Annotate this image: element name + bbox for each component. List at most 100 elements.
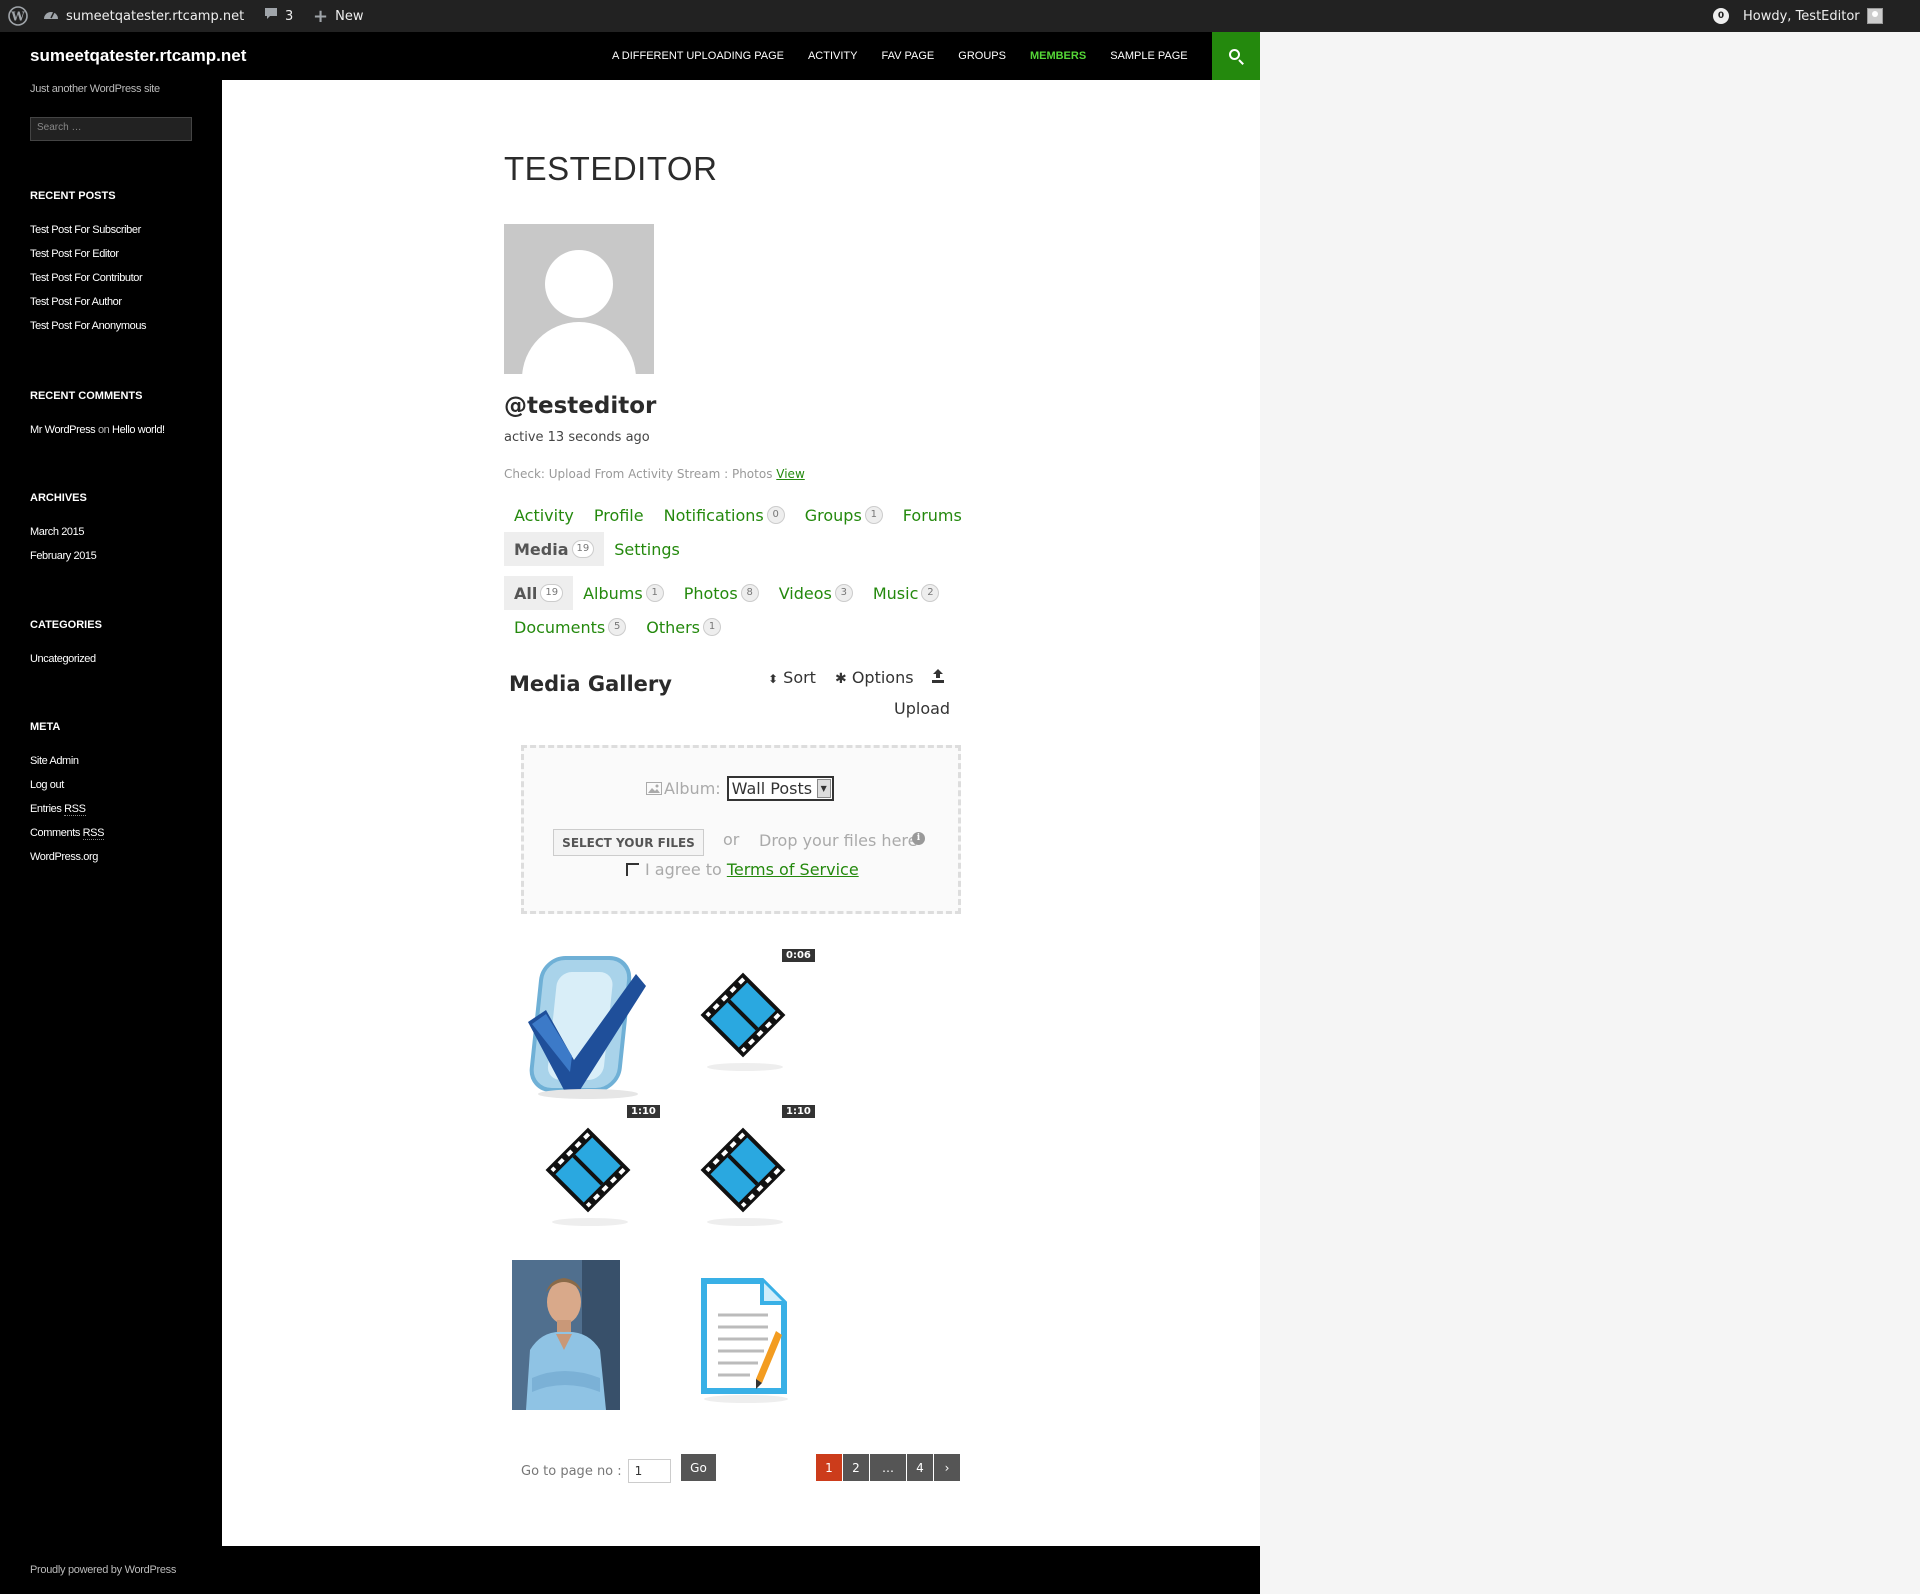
sidebar-search-input[interactable]: Search … bbox=[30, 117, 192, 141]
admin-bar-new[interactable]: + New bbox=[313, 0, 363, 32]
tab-settings[interactable]: Settings bbox=[604, 532, 690, 566]
page-number-button[interactable]: 4 bbox=[907, 1454, 933, 1481]
recent-post-link[interactable]: Test Post For Anonymous bbox=[30, 320, 147, 344]
sort-button[interactable]: ⬍ Sort bbox=[768, 668, 816, 687]
widget-title-recent-comments: RECENT COMMENTS bbox=[30, 390, 143, 402]
tab-count-badge: 19 bbox=[571, 540, 595, 558]
nav-item-members[interactable]: Members bbox=[1018, 50, 1098, 62]
terms-of-service-link[interactable]: Terms of Service bbox=[727, 860, 859, 879]
page-number-button[interactable]: 2 bbox=[843, 1454, 869, 1481]
album-select[interactable]: Wall Posts ▼ bbox=[726, 776, 834, 801]
checkmark-image bbox=[528, 956, 646, 1099]
primary-nav: A Different Uploading Page Activity Fav Pa… bbox=[600, 32, 1200, 80]
media-gallery-title: Media Gallery bbox=[509, 672, 672, 696]
widget-title-recent-posts: RECENT POSTS bbox=[30, 190, 116, 202]
svg-text:W: W bbox=[10, 10, 25, 24]
media-tab-documents[interactable]: Documents 5 bbox=[504, 610, 636, 644]
archive-link[interactable]: February 2015 bbox=[30, 550, 97, 574]
meta-wordpress-org-link[interactable]: WordPress.org bbox=[30, 851, 104, 875]
site-title[interactable]: sumeetqatester.rtcamp.net bbox=[30, 46, 246, 66]
media-tab-videos[interactable]: Videos 3 bbox=[769, 576, 863, 610]
notifications-count-badge: 0 bbox=[1713, 8, 1729, 24]
recent-post-link[interactable]: Test Post For Subscriber bbox=[30, 224, 146, 248]
tab-label: Activity bbox=[514, 505, 574, 525]
list-item: Mr WordPress on Hello world! bbox=[30, 424, 165, 448]
media-thumbnail-document[interactable] bbox=[690, 1275, 800, 1410]
meta-entries-rss-link[interactable]: Entries RSS bbox=[30, 803, 104, 827]
tab-profile[interactable]: Profile bbox=[584, 498, 654, 532]
select-files-button[interactable]: SELECT YOUR FILES bbox=[553, 829, 704, 856]
media-thumbnail-photo[interactable] bbox=[520, 952, 650, 1105]
upload-icon[interactable] bbox=[930, 668, 946, 688]
meta-site-admin-link[interactable]: Site Admin bbox=[30, 755, 104, 779]
tab-activity[interactable]: Activity bbox=[504, 498, 584, 532]
site-description: Just another WordPress site bbox=[30, 83, 160, 95]
admin-bar-notifications[interactable]: 0 bbox=[1713, 0, 1729, 32]
admin-bar-comments-count: 3 bbox=[285, 8, 294, 24]
tab-count-badge: 1 bbox=[645, 584, 664, 602]
category-link[interactable]: Uncategorized bbox=[30, 653, 96, 677]
media-tab-photos[interactable]: Photos 8 bbox=[674, 576, 769, 610]
site-footer bbox=[0, 1546, 1260, 1594]
wordpress-logo-icon[interactable]: W bbox=[8, 0, 28, 32]
member-nav-tabs: Activity Profile Notifications 0 Groups 1 Foru… bbox=[504, 498, 972, 532]
media-thumbnail-video[interactable] bbox=[680, 962, 810, 1077]
upload-button[interactable]: Upload bbox=[894, 699, 950, 718]
tab-label: Music bbox=[872, 583, 919, 603]
tab-notifications[interactable]: Notifications 0 bbox=[654, 498, 795, 532]
archive-link[interactable]: March 2015 bbox=[30, 526, 96, 550]
go-button[interactable]: Go bbox=[681, 1454, 716, 1481]
footer-credit[interactable]: Proudly powered by WordPress bbox=[30, 1564, 176, 1576]
terms-checkbox[interactable] bbox=[626, 863, 639, 876]
search-toggle-button[interactable] bbox=[1212, 32, 1260, 80]
tab-label: Videos bbox=[778, 583, 832, 603]
tab-label: All bbox=[514, 583, 538, 603]
tab-count-badge: 19 bbox=[540, 584, 564, 602]
media-tab-music[interactable]: Music 2 bbox=[863, 576, 950, 610]
media-tab-others[interactable]: Others 1 bbox=[636, 610, 731, 644]
nav-item-fav-page[interactable]: Fav Page bbox=[869, 50, 946, 62]
page-number-button[interactable]: 1 bbox=[816, 1454, 842, 1481]
tab-groups[interactable]: Groups 1 bbox=[795, 498, 893, 532]
meta-comments-rss-link[interactable]: Comments RSS bbox=[30, 827, 104, 851]
tab-forums[interactable]: Forums bbox=[893, 498, 972, 532]
recent-post-link[interactable]: Test Post For Editor bbox=[30, 248, 146, 272]
media-thumbnail-video[interactable] bbox=[680, 1117, 810, 1232]
tab-label: Profile bbox=[593, 505, 644, 525]
nav-item-groups[interactable]: Groups bbox=[946, 50, 1018, 62]
info-icon[interactable]: i bbox=[912, 832, 925, 845]
comment-post-link[interactable]: Hello world! bbox=[112, 424, 165, 436]
admin-bar-site-link[interactable]: sumeetqatester.rtcamp.net bbox=[43, 0, 244, 32]
avatar[interactable] bbox=[504, 224, 654, 374]
categories-list: Uncategorized bbox=[30, 653, 96, 677]
comment-author-link[interactable]: Mr WordPress bbox=[30, 424, 96, 436]
latest-update-view-link[interactable]: View bbox=[776, 467, 804, 481]
admin-bar-comments[interactable]: 3 bbox=[264, 0, 293, 32]
drop-files-text: Drop your files here bbox=[759, 831, 918, 850]
media-tab-all[interactable]: All 19 bbox=[504, 576, 574, 610]
admin-bar-howdy: Howdy, TestEditor bbox=[1743, 8, 1860, 24]
recent-post-link[interactable]: Test Post For Contributor bbox=[30, 272, 146, 296]
recent-post-link[interactable]: Test Post For Author bbox=[30, 296, 146, 320]
goto-page-input[interactable]: 1 bbox=[627, 1459, 671, 1483]
archives-list: March 2015 February 2015 bbox=[30, 526, 97, 574]
nav-item-sample-page[interactable]: Sample Page bbox=[1098, 50, 1199, 62]
search-icon bbox=[1229, 49, 1240, 60]
agree-label: I agree to bbox=[645, 860, 722, 879]
film-icon bbox=[545, 1127, 631, 1226]
chevron-down-icon: ▼ bbox=[816, 779, 831, 798]
media-tab-albums[interactable]: Albums 1 bbox=[573, 576, 674, 610]
media-thumbnail-video[interactable] bbox=[525, 1117, 655, 1232]
nav-item-a-different-uploading-page[interactable]: A Different Uploading Page bbox=[600, 50, 796, 62]
tab-media[interactable]: Media 19 bbox=[504, 532, 605, 566]
options-button[interactable]: ✱ Options bbox=[835, 668, 914, 687]
admin-bar-new-label: New bbox=[335, 8, 364, 24]
rss-abbr: RSS bbox=[82, 827, 105, 840]
nav-item-activity[interactable]: Activity bbox=[796, 50, 870, 62]
meta-log-out-link[interactable]: Log out bbox=[30, 779, 104, 803]
sort-label: Sort bbox=[783, 668, 816, 687]
image-icon bbox=[646, 782, 662, 795]
next-page-button[interactable]: › bbox=[934, 1454, 960, 1481]
media-thumbnail-photo[interactable] bbox=[512, 1260, 620, 1410]
admin-bar-account[interactable]: Howdy, TestEditor bbox=[1743, 0, 1883, 32]
